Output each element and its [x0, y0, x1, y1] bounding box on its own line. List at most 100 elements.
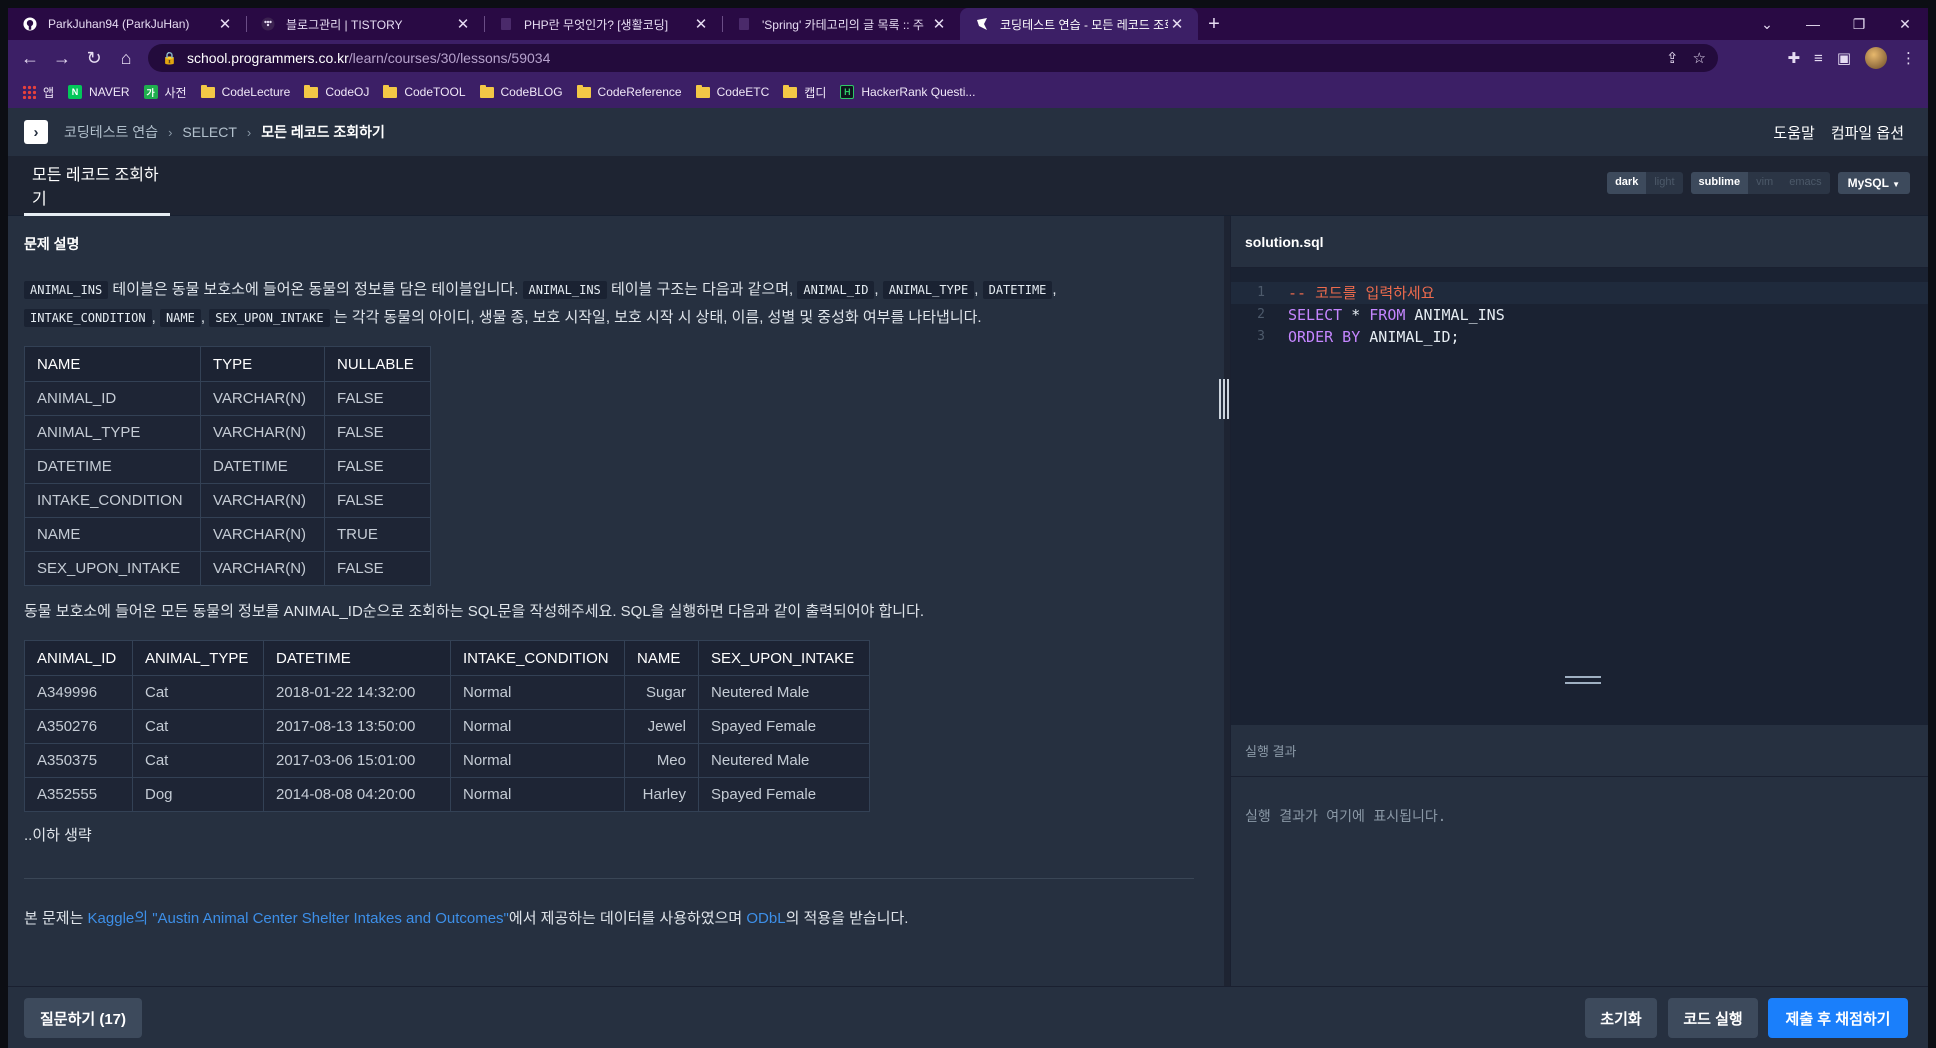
odbl-license-link[interactable]: ODbL — [746, 910, 785, 927]
table-row: A350375 Cat 2017-03-06 15:01:00 Normal Meo Ne… — [24, 743, 870, 778]
close-tab-icon[interactable]: ✕ — [216, 15, 234, 33]
result-output: 실행 결과가 여기에 표시됩니다. — [1245, 809, 1447, 825]
apps-grid-icon — [22, 85, 36, 99]
side-panel-icon[interactable]: ▣ — [1837, 49, 1851, 67]
code-line: 2 SELECT * FROM ANIMAL_INS — [1257, 306, 1505, 324]
bookmark-codetool[interactable]: CodeTOOL — [383, 84, 466, 99]
lesson-tab-row: 모든 레코드 조회하기 dark light sublime vim emacs… — [8, 156, 1928, 216]
table-row: ANIMAL_ID VARCHAR(N) FALSE — [24, 381, 431, 416]
pane-resize-handle[interactable] — [1219, 379, 1229, 419]
bookmark-apps[interactable]: 앱 — [22, 84, 54, 101]
bookmark-dictionary[interactable]: 가 사전 — [143, 84, 187, 101]
back-icon[interactable]: ← — [14, 42, 46, 74]
table-row: SEX_UPON_INTAKE VARCHAR(N) FALSE — [24, 551, 431, 586]
bookmark-codeoj[interactable]: CodeOJ — [304, 84, 369, 99]
keymap-emacs-button[interactable]: emacs — [1781, 172, 1829, 194]
editor-options: dark light sublime vim emacs MySQL ▼ — [1607, 172, 1910, 194]
theme-dark-button[interactable]: dark — [1607, 172, 1647, 194]
language-select[interactable]: MySQL ▼ — [1837, 172, 1910, 194]
code-editor[interactable]: 1 -- 코드를 입력하세요 2 SELECT * FROM ANIMAL_IN… — [1231, 268, 1928, 725]
chevron-right-icon: › — [246, 124, 252, 140]
keymap-sublime-button[interactable]: sublime — [1690, 172, 1749, 194]
programmers-logo[interactable]: › — [24, 120, 48, 144]
forward-icon[interactable]: → — [46, 42, 78, 74]
editor-filename: solution.sql — [1231, 216, 1928, 268]
browser-tab-php[interactable]: PHP란 무엇인가? [생활코딩] ✕ — [484, 8, 722, 40]
bookmark-codeblog[interactable]: CodeBLOG — [479, 84, 563, 99]
theme-light-button[interactable]: light — [1646, 172, 1682, 194]
breadcrumb-item-coding-test[interactable]: 코딩테스트 연습 — [64, 122, 158, 142]
profile-avatar[interactable] — [1865, 47, 1887, 69]
bookmark-codelecture[interactable]: CodeLecture — [200, 84, 290, 99]
tistory-icon — [260, 16, 276, 32]
problem-instruction: 동물 보호소에 들어온 모든 동물의 정보를 ANIMAL_ID순으로 조회하는… — [24, 603, 925, 620]
bookmark-hackerrank[interactable]: H HackerRank Questi... — [840, 85, 975, 99]
github-icon — [22, 16, 38, 32]
close-tab-icon[interactable]: ✕ — [930, 15, 948, 33]
programmers-icon — [974, 16, 990, 32]
table-row: ANIMAL_TYPE VARCHAR(N) FALSE — [24, 415, 431, 450]
editor-pane: solution.sql 1 -- 코드를 입력하세요 2 SELECT * F… — [1230, 216, 1928, 986]
restore-icon[interactable]: ❐ — [1836, 8, 1882, 40]
kaggle-dataset-link[interactable]: Kaggle의 "Austin Animal Center Shelter In… — [88, 910, 509, 927]
folder-icon — [576, 84, 591, 98]
naver-icon: N — [68, 85, 83, 99]
folder-icon — [783, 84, 798, 98]
result-resize-handle[interactable] — [1565, 676, 1601, 684]
question-button[interactable]: 질문하기 (17) — [24, 998, 142, 1038]
tab-search-icon[interactable]: ⌄ — [1744, 8, 1790, 40]
close-window-icon[interactable]: ✕ — [1882, 8, 1928, 40]
table-row: A350276 Cat 2017-08-13 13:50:00 Normal Jewel… — [24, 709, 870, 744]
help-link[interactable]: 도움말 — [1773, 122, 1814, 143]
page-icon — [736, 16, 752, 32]
close-tab-icon[interactable]: ✕ — [454, 15, 472, 33]
browser-tab-programmers[interactable]: 코딩테스트 연습 - 모든 레코드 조회 ✕ — [960, 8, 1198, 40]
folder-icon — [200, 84, 215, 98]
dictionary-icon: 가 — [143, 85, 158, 99]
minimize-icon[interactable]: — — [1790, 8, 1836, 40]
bookmark-codereference[interactable]: CodeReference — [576, 84, 682, 99]
browser-tab-github[interactable]: ParkJuhan94 (ParkJuHan) ✕ — [8, 8, 246, 40]
run-code-button[interactable]: 코드 실행 — [1668, 998, 1758, 1038]
reset-button[interactable]: 초기화 — [1585, 998, 1657, 1038]
folder-icon — [304, 84, 319, 98]
bookmark-star-icon[interactable]: ☆ — [1693, 49, 1706, 67]
close-tab-icon[interactable]: ✕ — [692, 15, 710, 33]
breadcrumb-item-select[interactable]: SELECT — [182, 124, 236, 140]
table-header-row: NAME TYPE NULLABLE — [24, 346, 431, 382]
example-output-table: ANIMAL_ID ANIMAL_TYPE DATETIME INTAKE_CO… — [24, 640, 870, 812]
close-tab-icon[interactable]: ✕ — [1168, 15, 1186, 33]
home-icon[interactable]: ⌂ — [110, 42, 142, 74]
bookmark-codeetc[interactable]: CodeETC — [695, 84, 769, 99]
folder-icon — [383, 84, 398, 98]
submit-button[interactable]: 제출 후 채점하기 — [1768, 998, 1908, 1038]
extensions-icon[interactable]: ✚ — [1787, 49, 1800, 67]
table-row: NAME VARCHAR(N) TRUE — [24, 517, 431, 552]
code-line: 3 ORDER BY ANIMAL_ID; — [1257, 328, 1460, 346]
problem-section-title: 문제 설명 — [24, 236, 80, 252]
folder-icon — [479, 84, 494, 98]
reading-list-icon[interactable]: ≡ — [1814, 50, 1823, 67]
breadcrumb-item-current: 모든 레코드 조회하기 — [261, 124, 385, 140]
new-tab-icon[interactable]: + — [1198, 8, 1230, 40]
site-header: › 코딩테스트 연습 › SELECT › 모든 레코드 조회하기 도움말 컴파… — [8, 108, 1928, 156]
browser-tab-tistory[interactable]: 블로그관리 | TISTORY ✕ — [246, 8, 484, 40]
lock-icon: 🔒 — [162, 51, 177, 65]
bookmark-capstone[interactable]: 캡디 — [783, 84, 826, 101]
share-icon[interactable]: ⇪ — [1666, 49, 1679, 67]
reload-icon[interactable]: ↻ — [78, 42, 110, 74]
bookmarks-bar: 앱 N NAVER 가 사전 CodeLecture CodeOJ CodeTOOL… — [8, 76, 1928, 108]
bookmark-naver[interactable]: N NAVER — [68, 85, 130, 99]
dataset-footnote: 본 문제는 Kaggle의 "Austin Animal Center Shel… — [24, 910, 909, 927]
tab-lesson-title[interactable]: 모든 레코드 조회하기 — [24, 156, 170, 216]
caret-down-icon: ▼ — [1892, 180, 1900, 189]
compile-options-link[interactable]: 컴파일 옵션 — [1831, 122, 1904, 143]
divider — [24, 878, 1194, 879]
menu-icon[interactable]: ⋮ — [1901, 49, 1916, 67]
browser-tab-spring[interactable]: 'Spring' 카테고리의 글 목록 :: 주 ✕ — [722, 8, 960, 40]
keymap-vim-button[interactable]: vim — [1748, 172, 1781, 194]
problem-description: ANIMAL_INS 테이블은 동물 보호소에 들어온 동물의 정보를 담은 테… — [24, 276, 1194, 332]
table-header-row: ANIMAL_ID ANIMAL_TYPE DATETIME INTAKE_CO… — [24, 640, 870, 676]
keymap-toggle: sublime vim emacs — [1690, 172, 1830, 194]
address-bar[interactable]: 🔒 school.programmers.co.kr/learn/courses… — [148, 44, 1718, 72]
